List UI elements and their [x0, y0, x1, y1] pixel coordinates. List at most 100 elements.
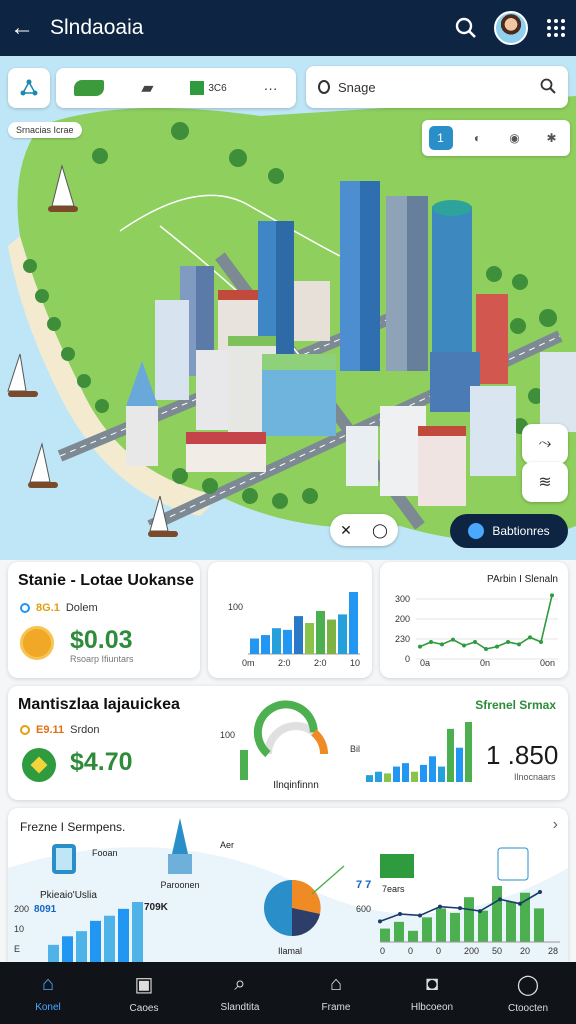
chart-title: PArbin I Slenaln — [487, 574, 558, 585]
bar — [411, 771, 418, 782]
tool-label: 3C6 — [208, 82, 227, 94]
phone-label: Pkieaio'Uslia — [40, 890, 97, 901]
tools-icon[interactable]: ✕ — [340, 522, 352, 539]
y-tick-label: 200 — [14, 904, 29, 914]
status-card-title: Stanie - Lotae Uokanse — [18, 572, 195, 589]
bar-chart-card[interactable]: 100 0m 2:0 2:0 10 — [208, 562, 372, 678]
x-tick-label: 0 — [408, 946, 413, 956]
locate-icon[interactable]: ◯ — [372, 522, 388, 539]
bar — [283, 629, 292, 654]
map-search-bar[interactable]: Snage — [306, 66, 568, 108]
nav-home[interactable]: ⌂ Konel — [0, 962, 96, 1024]
bar — [436, 908, 446, 942]
chart-tool-icon[interactable]: 3C6 — [190, 81, 227, 95]
pie-label: Ilamal — [278, 946, 302, 956]
bar-chart: 100 0m 2:0 2:0 10 — [228, 592, 360, 668]
nav-cases[interactable]: ▣ Caoes — [96, 962, 192, 1024]
bar — [393, 766, 400, 782]
data-point — [528, 635, 532, 640]
x-tick-label: 20 — [520, 946, 530, 956]
nav-label: Konel — [35, 1002, 61, 1013]
data-point — [473, 640, 477, 644]
bar — [478, 910, 488, 942]
nav-bag[interactable]: ◘ Hlbcoeon — [384, 962, 480, 1024]
audio-layer-icon[interactable]: ◐ — [466, 126, 490, 150]
insights-card[interactable]: Frezne I Sermpens. › Fooan Pkieaio'Uslia P… — [8, 808, 568, 962]
data-point — [438, 904, 442, 909]
tablet-screen-icon — [56, 848, 72, 870]
map-tools-group: ▰ 3C6 ··· — [56, 68, 296, 108]
chart-badge-icon — [380, 854, 414, 878]
line-chart-card[interactable]: PArbin I Slenaln 300 200 230 0 0a 0n 0on — [380, 562, 568, 678]
settings-layer-icon[interactable]: ✱ — [540, 126, 564, 150]
summary-card[interactable]: Mantiszlaa Iajauickea E9.11 Srdon $4.70 … — [8, 686, 568, 800]
bar — [464, 897, 474, 942]
navigation-button-label: Babtionres — [492, 524, 550, 538]
status-card[interactable]: Stanie - Lotae Uokanse 8G.1 Dolem $0.03 … — [8, 562, 200, 678]
data-point — [429, 640, 433, 644]
pie-slice — [292, 879, 321, 914]
tower-label: Paroonen — [160, 880, 199, 890]
search-icon[interactable] — [446, 0, 486, 56]
gauge-chart: 100 Ilnqinfinnn — [220, 700, 328, 791]
bar — [456, 747, 463, 782]
bar — [349, 592, 358, 654]
profile-icon: ◯ — [516, 974, 540, 996]
app-header: ← Slndaoaia — [0, 0, 576, 56]
navigation-button[interactable]: Babtionres — [450, 514, 568, 548]
comment-layer-icon[interactable]: ◉ — [503, 126, 527, 150]
gauge-label: Ilnqinfinnn — [273, 780, 319, 791]
y-tick-label: 300 — [395, 594, 410, 604]
info-layer-icon[interactable]: 1 — [428, 126, 453, 150]
bus-icon[interactable]: ▰ — [141, 78, 153, 98]
pin-icon — [318, 80, 330, 94]
avatar[interactable] — [494, 11, 528, 45]
more-button[interactable]: ··· — [264, 80, 278, 96]
search-icon[interactable] — [540, 78, 556, 97]
chevron-right-icon[interactable]: › — [553, 816, 558, 834]
y-tick-label: 10 — [14, 924, 24, 934]
bag-icon: ◘ — [425, 973, 439, 995]
status-label: Dolem — [65, 602, 98, 614]
bar — [104, 915, 115, 962]
nav-profile[interactable]: ◯ Ctoocten — [480, 962, 576, 1024]
bar — [366, 775, 373, 782]
gauge-tick: 100 — [220, 730, 235, 740]
nav-label: Caoes — [129, 1003, 159, 1014]
search-icon: ⌕ — [234, 973, 246, 995]
bar — [327, 619, 336, 654]
bar — [62, 936, 73, 962]
connector-line — [311, 865, 345, 895]
x-tick-label: 28 — [548, 946, 558, 956]
y-tick-label: Bil — [350, 744, 360, 754]
x-tick-label: 2:0 — [278, 658, 291, 668]
data-point — [506, 640, 510, 644]
bar — [492, 886, 502, 942]
bottom-navigation: ⌂ Konel ▣ Caoes ⌕ Slandtita ⌂ Frame ◘ Hlbcoeon ◯ Ct… — [0, 962, 576, 1024]
x-tick-label: 0on — [540, 658, 555, 668]
nav-search[interactable]: ⌕ Slandtita — [192, 962, 288, 1024]
location-icon — [22, 748, 56, 782]
bar — [294, 616, 303, 654]
gauge-remaining — [311, 729, 328, 755]
apps-grid-icon[interactable] — [536, 0, 576, 56]
bar — [420, 764, 427, 782]
summary-price: $4.70 — [70, 748, 133, 776]
device-label: Fooan — [92, 848, 118, 858]
route-tool-icon[interactable]: ⤳ — [522, 424, 568, 464]
x-tick-label: 10 — [350, 658, 360, 668]
data-point — [458, 906, 462, 911]
summary-label: Srdon — [70, 724, 100, 736]
bar — [506, 901, 516, 942]
layers-stack-icon[interactable]: ≋ — [522, 462, 568, 502]
nav-store[interactable]: ⌂ Frame — [288, 962, 384, 1024]
summary-card-title: Mantiszlaa Iajauickea — [18, 696, 180, 713]
bar — [450, 912, 460, 942]
leaf-icon[interactable] — [74, 80, 105, 96]
network-icon[interactable] — [8, 68, 50, 108]
y-tick-label: 100 — [228, 602, 243, 612]
map-tool-group: ✕ ◯ — [330, 514, 398, 546]
back-arrow-icon[interactable]: ← — [0, 0, 44, 56]
search-input[interactable]: Snage — [338, 80, 540, 95]
data-point — [539, 640, 543, 644]
